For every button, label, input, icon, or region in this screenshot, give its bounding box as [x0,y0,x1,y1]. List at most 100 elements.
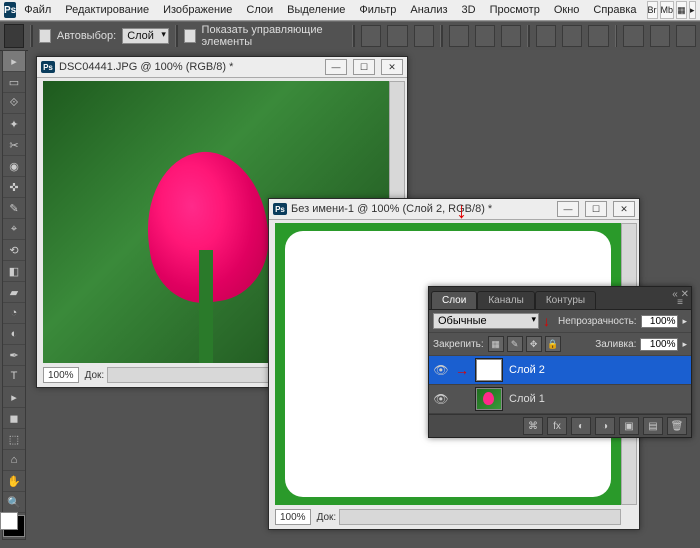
tab-layers[interactable]: Слои [431,291,477,309]
lock-pixels-icon[interactable]: ✎ [507,336,523,352]
doc1-close[interactable]: ✕ [381,59,403,75]
layer-thumb-2[interactable] [475,358,503,382]
3d-tool[interactable]: ⬚ [3,429,25,450]
menu-image[interactable]: Изображение [157,2,238,18]
lock-transparency-icon[interactable]: ▦ [488,336,504,352]
dodge-tool[interactable]: ◐ [3,324,25,345]
camera-tool[interactable]: ⌂ [3,450,25,471]
opacity-slider-icon[interactable]: ▸ [682,316,687,327]
opacity-label: Непрозрачность: [558,316,637,327]
pen-tool[interactable]: ✒ [3,345,25,366]
doc2-zoom[interactable]: 100% [275,509,311,525]
wand-tool[interactable]: ✦ [3,114,25,135]
marquee-tool[interactable]: ▭ [3,72,25,93]
showcontrols-label: Показать управляющие элементы [202,24,347,48]
layers-panel[interactable]: « ✕ Слои Каналы Контуры ≡ Обычные ↓ Непр… [428,286,692,438]
distribute-btn-5[interactable] [650,25,670,47]
shape-tool[interactable]: ◼ [3,408,25,429]
doc1-maximize[interactable]: ☐ [353,59,375,75]
fill-label: Заливка: [595,339,636,350]
menu-view[interactable]: Просмотр [484,2,546,18]
gradient-tool[interactable]: ▰ [3,282,25,303]
doc2-scroll-h[interactable] [339,509,621,525]
layer-row-2[interactable]: 👁 → Слой 2 [429,356,691,385]
layer-fx-icon[interactable]: fx [547,417,567,435]
doc1-titlebar[interactable]: Ps DSC04441.JPG @ 100% (RGB/8) * — ☐ ✕ [37,57,407,78]
distribute-btn-3[interactable] [588,25,608,47]
doc1-minimize[interactable]: — [325,59,347,75]
menu-window[interactable]: Окно [548,2,586,18]
align-btn-1[interactable] [361,25,381,47]
layer-thumb-1[interactable] [475,387,503,411]
opacity-value[interactable]: 100% [641,315,679,328]
lasso-tool[interactable]: ⟐ [3,93,25,114]
panel-collapse-icon[interactable]: « ✕ [672,289,689,300]
lock-position-icon[interactable]: ✥ [526,336,542,352]
move-tool[interactable]: ▸ [3,51,25,72]
panel-tabs: Слои Каналы Контуры ≡ [429,287,691,310]
crop-tool[interactable]: ✂ [3,135,25,156]
link-layers-icon[interactable]: ⌘ [523,417,543,435]
group-icon[interactable]: ▣ [619,417,639,435]
doc2-close[interactable]: ✕ [613,201,635,217]
autoselect-dropdown[interactable]: Слой [122,28,169,44]
align-btn-2[interactable] [387,25,407,47]
menu-layers[interactable]: Слои [240,2,279,18]
align-btn-5[interactable] [475,25,495,47]
tab-paths[interactable]: Контуры [535,291,596,309]
hand-tool[interactable]: ✋ [3,471,25,492]
stamp-tool[interactable]: ⌖ [3,219,25,240]
autoselect-checkbox[interactable] [39,29,51,43]
distribute-btn-6[interactable] [676,25,696,47]
layer-row-1[interactable]: 👁 Слой 1 [429,385,691,414]
fill-slider-icon[interactable]: ▸ [682,339,687,350]
visibility-icon[interactable]: 👁 [433,362,449,378]
menu-edit[interactable]: Редактирование [59,2,155,18]
menu-file[interactable]: Файл [18,2,57,18]
history-tool[interactable]: ⟲ [3,240,25,261]
tab-channels[interactable]: Каналы [477,291,535,309]
menu-3d[interactable]: 3D [456,2,482,18]
blur-tool[interactable]: ◔ [3,303,25,324]
heal-tool[interactable]: ✜ [3,177,25,198]
layer-name-1[interactable]: Слой 1 [509,393,545,405]
zoom-tool[interactable]: 🔍 [3,492,25,513]
new-layer-icon[interactable]: ▤ [643,417,663,435]
doc2-maximize[interactable]: ☐ [585,201,607,217]
showcontrols-checkbox[interactable] [184,29,196,43]
blendmode-dropdown[interactable]: Обычные [433,313,539,329]
menu-analysis[interactable]: Анализ [404,2,453,18]
doc2-minimize[interactable]: — [557,201,579,217]
bridge-button[interactable]: Br [647,1,658,19]
lock-all-icon[interactable]: 🔒 [545,336,561,352]
brush-tool[interactable]: ✎ [3,198,25,219]
distribute-btn-2[interactable] [562,25,582,47]
type-tool[interactable]: T [3,366,25,387]
layer-name-2[interactable]: Слой 2 [509,364,545,376]
color-swatches[interactable] [3,515,25,537]
trash-icon[interactable]: 🗑 [667,417,687,435]
arrange-button[interactable]: ▦ [676,1,687,19]
screenmode-button[interactable]: ▸ [689,1,696,19]
annotation-arrow-2: ↓ [543,314,550,328]
align-btn-4[interactable] [449,25,469,47]
align-btn-6[interactable] [501,25,521,47]
eraser-tool[interactable]: ◧ [3,261,25,282]
path-tool[interactable]: ▸ [3,387,25,408]
adjustment-layer-icon[interactable]: ◑ [595,417,615,435]
fill-value[interactable]: 100% [640,338,678,351]
visibility-icon[interactable]: 👁 [433,391,449,407]
current-tool-icon[interactable] [4,24,24,48]
minibridge-button[interactable]: Mb [660,1,675,19]
distribute-btn-1[interactable] [536,25,556,47]
align-btn-3[interactable] [414,25,434,47]
doc1-zoom[interactable]: 100% [43,367,79,383]
layer-mask-icon[interactable]: ◐ [571,417,591,435]
eyedropper-tool[interactable]: ◉ [3,156,25,177]
menu-help[interactable]: Справка [587,2,642,18]
toolbox: ▸ ▭ ⟐ ✦ ✂ ◉ ✜ ✎ ⌖ ⟲ ◧ ▰ ◔ ◐ ✒ T ▸ ◼ ⬚ ⌂ … [2,50,26,540]
doc2-titlebar[interactable]: Ps Без имени-1 @ 100% (Слой 2, RGB/8) * … [269,199,639,220]
distribute-btn-4[interactable] [623,25,643,47]
menu-filter[interactable]: Фильтр [353,2,402,18]
menu-select[interactable]: Выделение [281,2,351,18]
